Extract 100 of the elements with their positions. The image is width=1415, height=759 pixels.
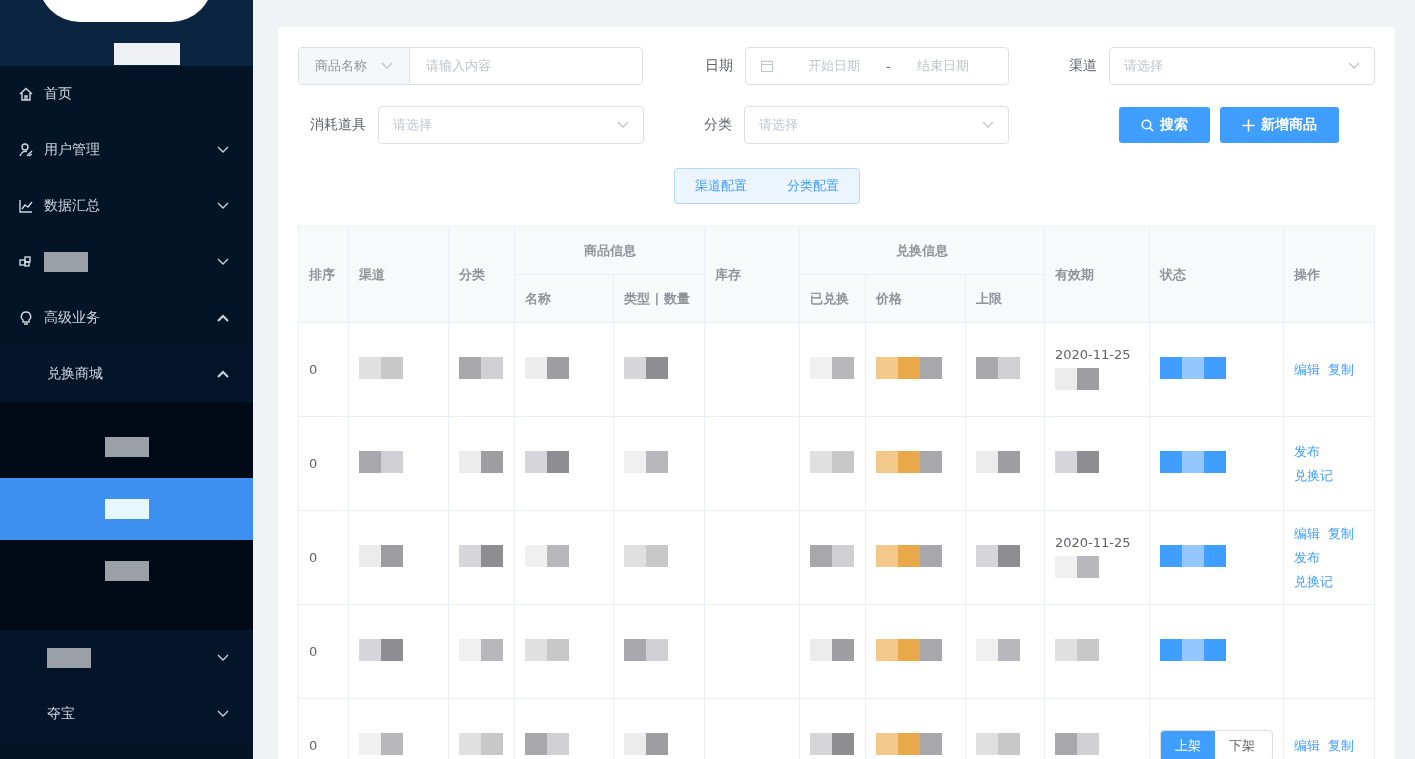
field-label: 日期 xyxy=(705,57,733,75)
mosaic-drawing xyxy=(359,639,403,661)
mosaic-drawing xyxy=(810,451,854,473)
chevron-down-icon xyxy=(617,121,629,129)
mosaic-drawing xyxy=(624,733,668,755)
menu-label: 兑换商城 xyxy=(47,365,103,383)
column-header: 操作 xyxy=(1283,226,1375,323)
mosaic-drawing xyxy=(1160,545,1226,567)
action-link[interactable]: 复制 xyxy=(1328,524,1354,543)
user-icon xyxy=(18,142,34,158)
column-header: 状态 xyxy=(1149,226,1284,323)
field-type-select[interactable]: 商品名称 xyxy=(299,48,410,84)
chevron-down-icon xyxy=(381,62,393,70)
column-header: 排序 xyxy=(298,226,349,323)
menu-item[interactable]: 首页 xyxy=(0,66,253,122)
select-field[interactable]: 请选择 xyxy=(1109,47,1375,85)
table-cell: 0 xyxy=(309,456,318,471)
mosaic-drawing xyxy=(976,639,1020,661)
menu-label: 首页 xyxy=(44,85,72,103)
mosaic-drawing xyxy=(459,357,503,379)
product-name-field[interactable]: 商品名称 请输入内容 xyxy=(298,47,643,85)
select-field[interactable]: 请选择 xyxy=(744,106,1009,144)
mosaic-drawing xyxy=(810,545,854,567)
mosaic-drawing xyxy=(876,545,942,567)
mosaic-drawing xyxy=(876,639,942,661)
action-link[interactable]: 编辑 xyxy=(1294,360,1320,379)
mosaic-drawing xyxy=(359,451,403,473)
column-header: 有效期 xyxy=(1044,226,1150,323)
menu-label: 夺宝 xyxy=(47,705,75,723)
mosaic-drawing xyxy=(459,451,503,473)
config-button[interactable]: 渠道配置 xyxy=(674,169,767,203)
redacted-label xyxy=(47,648,91,668)
mosaic-drawing xyxy=(1055,733,1099,755)
mosaic-drawing xyxy=(459,733,503,755)
menu-item[interactable]: 夺宝 xyxy=(0,686,253,742)
select-field[interactable]: 请选择 xyxy=(378,106,644,144)
search-icon xyxy=(1141,118,1154,132)
column-group-header: 兑换信息 xyxy=(799,226,1045,275)
chart-icon xyxy=(18,198,34,214)
grid-icon xyxy=(18,254,34,270)
chevron-down-icon xyxy=(982,121,994,129)
mosaic-drawing xyxy=(525,451,569,473)
menu-item[interactable]: 用户管理 xyxy=(0,122,253,178)
plus-icon xyxy=(1242,118,1255,132)
menu-item[interactable]: 高级业务 xyxy=(0,290,253,346)
mosaic-drawing xyxy=(359,545,403,567)
add-button[interactable]: 新增商品 xyxy=(1220,107,1339,143)
action-link[interactable]: 兑换记 xyxy=(1294,572,1333,591)
mosaic-drawing xyxy=(1055,639,1099,661)
mosaic-drawing xyxy=(525,733,569,755)
mosaic-drawing xyxy=(1160,357,1226,379)
calendar-icon xyxy=(760,59,774,73)
mosaic-drawing xyxy=(976,357,1020,379)
mosaic-drawing xyxy=(624,451,668,473)
mosaic-drawing xyxy=(1160,451,1226,473)
action-link[interactable]: 编辑 xyxy=(1294,736,1320,755)
date-range-field[interactable]: 开始日期 - 结束日期 xyxy=(745,47,1009,85)
mosaic-drawing xyxy=(976,451,1020,473)
action-link[interactable]: 复制 xyxy=(1328,736,1354,755)
menu-item[interactable]: 兑换商城 xyxy=(0,346,253,402)
menu-label: 用户管理 xyxy=(44,141,100,159)
column-header: 上限 xyxy=(965,274,1045,323)
mosaic-drawing xyxy=(359,357,403,379)
action-link[interactable]: 兑换记 xyxy=(1294,466,1333,485)
table-cell: 0 xyxy=(309,644,318,659)
action-link[interactable]: 发布 xyxy=(1294,548,1320,567)
status-toggle[interactable]: 上架 xyxy=(1161,730,1215,759)
mosaic-drawing xyxy=(525,545,569,567)
mosaic-drawing xyxy=(810,357,854,379)
mosaic-drawing xyxy=(624,639,668,661)
column-header: 名称 xyxy=(514,274,614,323)
column-header: 分类 xyxy=(448,226,515,323)
action-link[interactable]: 发布 xyxy=(1294,442,1320,461)
mosaic-drawing xyxy=(1055,555,1099,578)
mosaic-drawing xyxy=(459,545,503,567)
table-cell-text: 2020-11-25 xyxy=(1055,346,1132,362)
column-header: 类型 | 数量 xyxy=(613,274,705,323)
menu-item[interactable]: 数据汇总 xyxy=(0,178,253,234)
lightbulb-icon xyxy=(18,310,34,326)
config-button[interactable]: 分类配置 xyxy=(766,169,859,203)
action-link[interactable]: 复制 xyxy=(1328,360,1354,379)
mosaic-drawing xyxy=(1055,451,1099,473)
search-button[interactable]: 搜索 xyxy=(1119,107,1210,143)
mosaic-drawing xyxy=(1055,367,1099,390)
column-group-header: 商品信息 xyxy=(514,226,705,275)
mosaic-drawing xyxy=(1160,639,1226,661)
mosaic-drawing xyxy=(810,733,854,755)
table-cell: 0 xyxy=(309,550,318,565)
mosaic-drawing xyxy=(624,357,668,379)
mosaic-drawing xyxy=(876,451,942,473)
home-icon xyxy=(18,86,34,102)
mosaic-drawing xyxy=(359,733,403,755)
column-header: 价格 xyxy=(865,274,966,323)
mosaic-drawing xyxy=(525,357,569,379)
mosaic-drawing xyxy=(624,545,668,567)
redacted-label xyxy=(44,252,88,272)
action-link[interactable]: 编辑 xyxy=(1294,524,1320,543)
mosaic-drawing xyxy=(976,545,1020,567)
menu-label: 高级业务 xyxy=(44,309,100,327)
mosaic-drawing xyxy=(525,639,569,661)
